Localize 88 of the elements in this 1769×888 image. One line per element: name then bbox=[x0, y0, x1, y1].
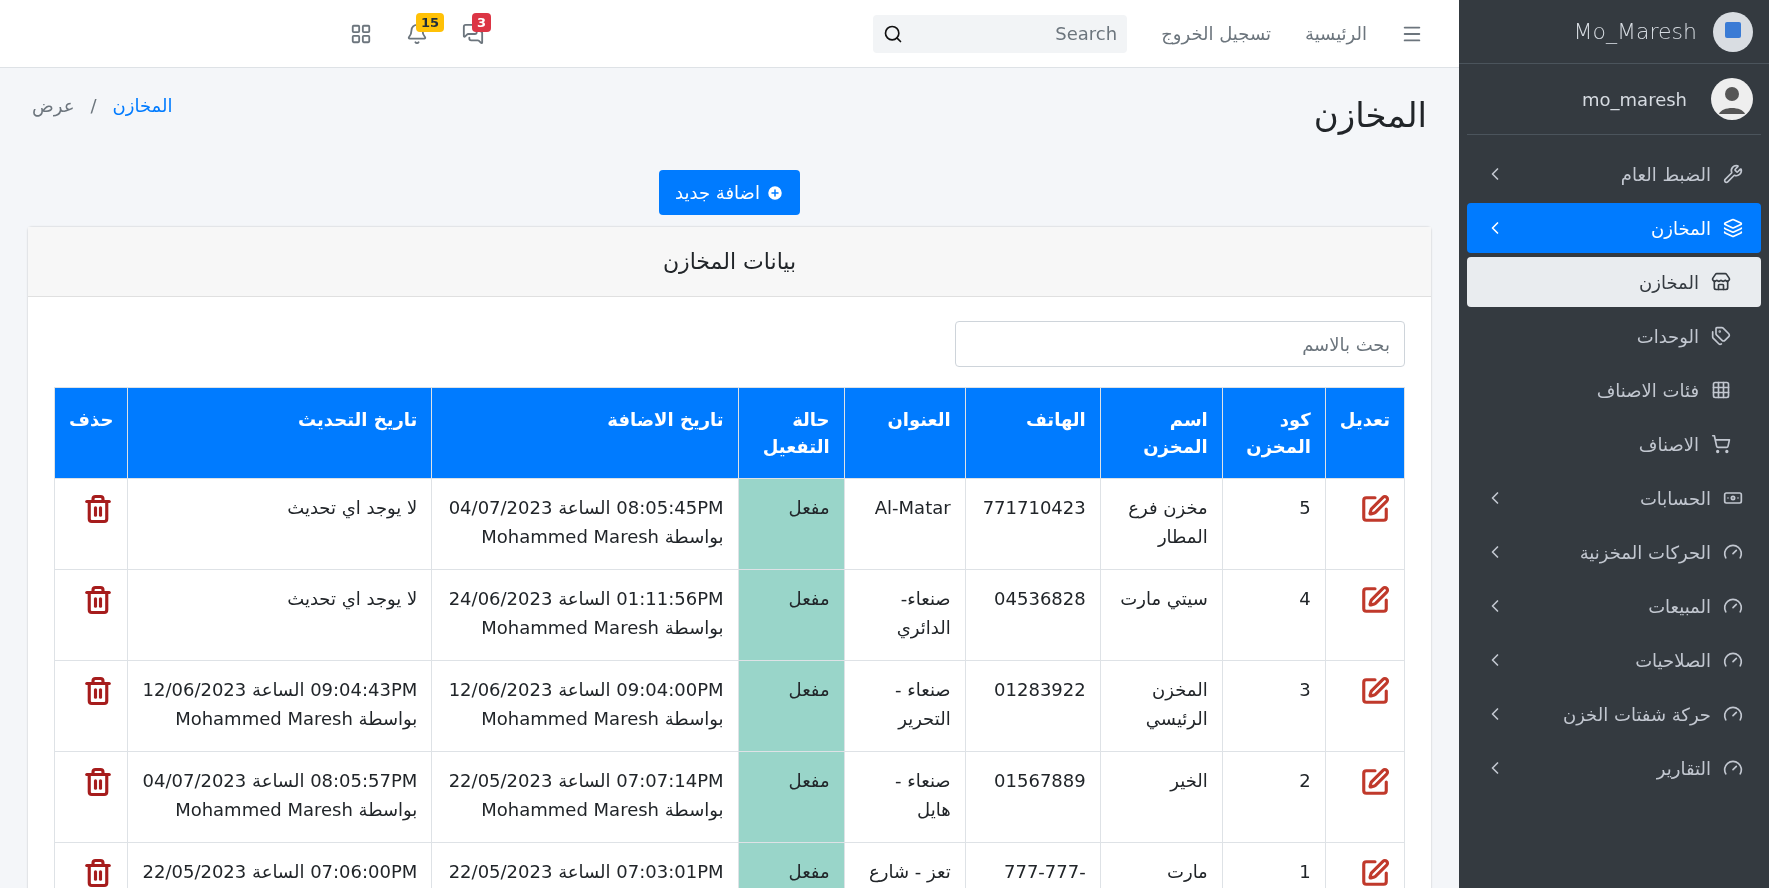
table-cell-text: 07:06:00PM الساعة 22/05/2023 bbox=[142, 860, 418, 884]
table-cell: 01283922 bbox=[965, 660, 1101, 752]
table-cell: المخزن الرئيسي bbox=[1100, 660, 1223, 752]
user-name: mo_maresh bbox=[1582, 88, 1687, 110]
grid-icon[interactable] bbox=[350, 22, 372, 45]
status-cell: مفعل bbox=[738, 478, 845, 570]
search-field[interactable]: بحث بالاسم bbox=[955, 321, 1405, 367]
breadcrumb-separator: / bbox=[90, 94, 97, 116]
sidebar-item[interactable]: الحسابات bbox=[1467, 473, 1761, 523]
table-cell-text: 08:05:57PM الساعة 04/07/2023 بواسطة Mohammed Maresh bbox=[142, 769, 418, 823]
table-cell-text: لا يوجد اي تحديث bbox=[286, 587, 418, 612]
column-header: تاريخ الاضافة bbox=[431, 387, 739, 479]
edit-icon[interactable] bbox=[1360, 494, 1390, 524]
nav-link[interactable]: تسجيل الخروج bbox=[1161, 23, 1271, 44]
table-cell: 771710423 bbox=[965, 478, 1101, 570]
plus-icon bbox=[765, 183, 784, 202]
table-cell: 3 bbox=[1222, 660, 1326, 752]
menu-item-icon bbox=[1723, 758, 1743, 778]
submenu-item[interactable]: الوحدات bbox=[1467, 311, 1761, 361]
add-button[interactable]: اضافة جديد bbox=[659, 170, 800, 215]
submenu-item[interactable]: الاصناف bbox=[1467, 419, 1761, 469]
column-header: تاريخ التحديث bbox=[127, 387, 432, 479]
submenu-icon bbox=[1711, 326, 1731, 346]
table-cell-text: 09:04:43PM الساعة 12/06/2023 بواسطة Mohammed Maresh bbox=[142, 678, 418, 732]
count-badge: 3 bbox=[472, 12, 492, 32]
menu-item-icon bbox=[1723, 596, 1743, 616]
sidebar-item[interactable]: الضبط العام bbox=[1467, 149, 1761, 199]
column-header: حذف bbox=[54, 387, 128, 479]
sidebar-item[interactable]: التقارير bbox=[1467, 743, 1761, 793]
table-cell: سيتي مارت bbox=[1100, 569, 1223, 661]
page-title: المخازن bbox=[1313, 95, 1427, 135]
edit-icon[interactable] bbox=[1360, 858, 1390, 888]
status-cell: مفعل bbox=[738, 660, 845, 752]
column-header: الهاتف bbox=[965, 387, 1101, 479]
table-cell-text: 01:11:56PM الساعة 24/06/2023 بواسطة Mohammed Maresh bbox=[447, 587, 724, 641]
search-icon[interactable] bbox=[883, 23, 904, 44]
submenu-icon bbox=[1711, 272, 1731, 292]
column-header: تعديل bbox=[1325, 387, 1405, 479]
table-cell-text: لا يوجد اي تحديث bbox=[286, 496, 418, 521]
submenu-icon bbox=[1711, 380, 1731, 400]
submenu-icon bbox=[1711, 434, 1731, 454]
card-title: بيانات المخازن bbox=[662, 249, 797, 274]
sidebar-item[interactable]: الحركات المخزنية bbox=[1467, 527, 1761, 577]
table-cell: 4 bbox=[1222, 569, 1326, 661]
logo-icon bbox=[1713, 11, 1753, 52]
sidebar-item[interactable]: المبيعات bbox=[1467, 581, 1761, 631]
status-cell: مفعل bbox=[738, 569, 845, 661]
sidebar-item[interactable]: الصلاحيات bbox=[1467, 635, 1761, 685]
trash-icon[interactable] bbox=[83, 767, 114, 797]
column-header: العنوان bbox=[844, 387, 966, 479]
table-cell-text: 07:07:14PM الساعة 22/05/2023 بواسطة Mohammed Maresh bbox=[447, 769, 724, 823]
menu-item-icon bbox=[1723, 218, 1743, 238]
status-cell: مفعل bbox=[738, 842, 845, 888]
table-cell-text: 08:05:45PM الساعة 04/07/2023 بواسطة Mohammed Maresh bbox=[447, 496, 724, 550]
column-header: كود المخزن bbox=[1222, 387, 1326, 479]
trash-icon[interactable] bbox=[83, 585, 114, 615]
nav-link[interactable]: الرئيسية bbox=[1305, 23, 1367, 44]
menu-item-icon bbox=[1723, 164, 1743, 184]
table-cell: الخير bbox=[1100, 751, 1223, 843]
trash-icon[interactable] bbox=[83, 494, 114, 524]
status-cell: مفعل bbox=[738, 751, 845, 843]
table-cell: 01567889 bbox=[965, 751, 1101, 843]
column-header: اسم المخزن bbox=[1100, 387, 1223, 479]
brand-name: Mo_Maresh bbox=[1573, 19, 1697, 44]
breadcrumb-item[interactable]: عرض bbox=[32, 94, 75, 116]
sidebar-item[interactable]: حركة شفتات الخزن bbox=[1467, 689, 1761, 739]
edit-icon[interactable] bbox=[1360, 585, 1390, 615]
count-badge: 15 bbox=[416, 12, 445, 32]
table-cell: مخزن فرع المطار bbox=[1100, 478, 1223, 570]
table-cell: 2 bbox=[1222, 751, 1326, 843]
breadcrumb-link[interactable]: المخازن bbox=[112, 94, 173, 116]
edit-icon[interactable] bbox=[1360, 767, 1390, 797]
avatar-icon bbox=[1711, 78, 1753, 120]
menu-item-icon bbox=[1723, 650, 1743, 670]
search-field[interactable]: Search bbox=[873, 14, 1128, 53]
table-cell: 5 bbox=[1222, 478, 1326, 570]
edit-icon[interactable] bbox=[1360, 676, 1390, 706]
menu-item-icon bbox=[1723, 542, 1743, 562]
table-cell-text: 07:03:01PM الساعة 22/05/2023 bbox=[447, 860, 724, 884]
trash-icon[interactable] bbox=[83, 676, 114, 706]
column-header: حالة التفعيل bbox=[738, 387, 845, 479]
table-cell: 04536828 bbox=[965, 569, 1101, 661]
menu-item-icon bbox=[1723, 704, 1743, 724]
submenu-item[interactable]: المخازن bbox=[1467, 257, 1761, 307]
trash-icon[interactable] bbox=[83, 858, 114, 888]
sidebar-item[interactable]: المخازن bbox=[1467, 203, 1761, 253]
submenu-item[interactable]: فئات الاصناف bbox=[1467, 365, 1761, 415]
table-cell-text: 09:04:00PM الساعة 12/06/2023 بواسطة Mohammed Maresh bbox=[447, 678, 724, 732]
